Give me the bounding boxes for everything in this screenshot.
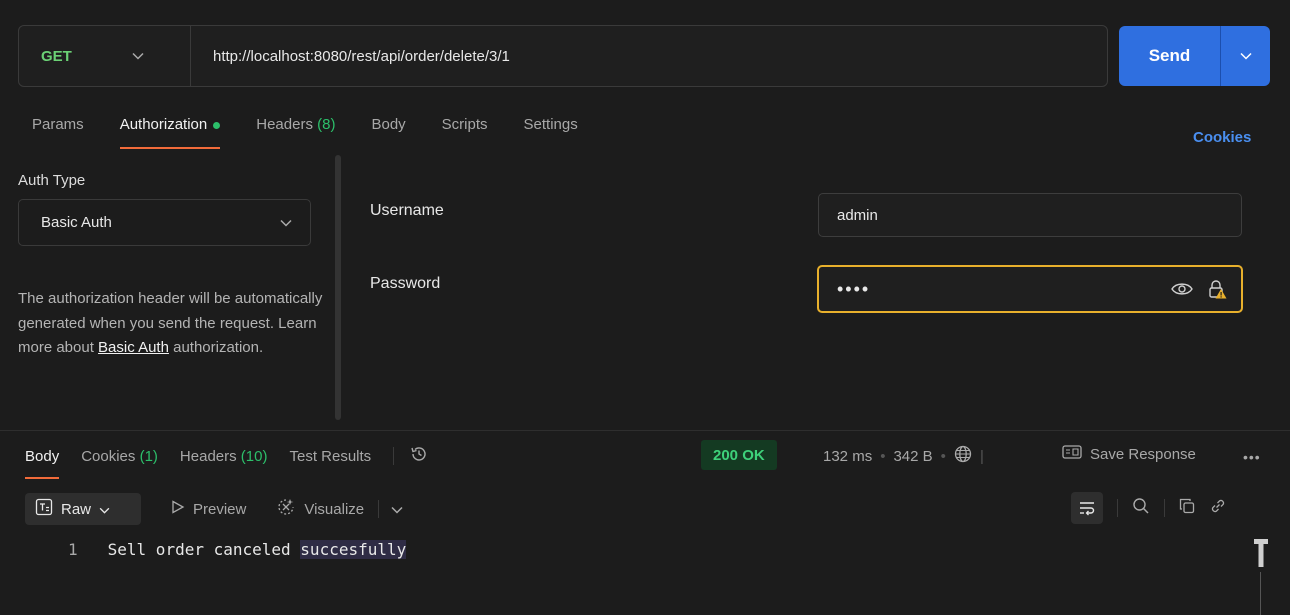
basic-auth-link[interactable]: Basic Auth (98, 339, 169, 356)
response-size[interactable]: 342 B (893, 448, 932, 465)
metric-separator: | (979, 447, 984, 465)
play-icon (171, 500, 185, 518)
auth-type-label: Auth Type (18, 172, 86, 189)
tab-body[interactable]: Body (371, 116, 405, 149)
cookies-count: (1) (139, 447, 158, 465)
tab-params[interactable]: Params (32, 116, 84, 149)
text-format-icon (35, 498, 53, 520)
chevron-down-icon (280, 214, 292, 231)
tab-separator (393, 447, 395, 465)
word-wrap-button[interactable] (1071, 492, 1103, 524)
send-options-button[interactable] (1220, 26, 1270, 86)
globe-icon[interactable] (954, 445, 972, 467)
send-label: Send (1148, 46, 1191, 65)
auth-type-select[interactable]: Basic Auth (18, 199, 311, 246)
response-tab-headers-label: Headers (179, 447, 237, 465)
tab-authorization-label: Authorization (119, 116, 208, 133)
password-label: Password (370, 275, 441, 292)
auth-desc-text-end: authorization. (168, 339, 264, 356)
visualize-icon (276, 497, 296, 521)
cookies-link[interactable]: Cookies (1193, 129, 1251, 146)
response-tab-test-results[interactable]: Test Results (289, 448, 371, 479)
copy-icon[interactable] (1179, 498, 1195, 519)
response-text-plain: Sell order canceled (107, 540, 301, 559)
chevron-down-icon (132, 49, 144, 63)
headers-count: (8) (317, 116, 336, 133)
auth-type-value: Basic Auth (41, 214, 112, 231)
response-tabs: Body Cookies (1) Headers (10) Test Resul… (25, 445, 428, 481)
chevron-down-icon[interactable] (391, 501, 403, 518)
raw-label: Raw (61, 500, 92, 518)
link-icon[interactable] (1209, 497, 1227, 520)
response-text-selection: succesfully (300, 540, 407, 559)
method-label: GET (41, 47, 72, 65)
url-input[interactable]: http://localhost:8080/rest/api/order/del… (191, 48, 510, 65)
line-number: 1 (68, 540, 78, 559)
response-time[interactable]: 132 ms (823, 448, 872, 465)
username-input[interactable]: admin (818, 193, 1242, 237)
raw-format-select[interactable]: Raw (25, 493, 141, 525)
response-divider (0, 430, 1290, 431)
toolbar-separator (1117, 499, 1118, 517)
eye-icon[interactable] (1171, 281, 1193, 301)
lock-warning-icon[interactable] (1207, 279, 1227, 303)
tab-headers-label: Headers (256, 116, 313, 133)
response-text: Sell order canceled succesfully (108, 540, 407, 559)
tab-headers[interactable]: Headers (8) (256, 116, 335, 149)
metric-separator: • (940, 447, 946, 465)
response-tab-cookies[interactable]: Cookies (1) (81, 448, 158, 479)
active-dot-icon (213, 121, 221, 129)
auth-description: The authorization header will be automat… (18, 287, 328, 361)
toolbar-separator (1164, 499, 1165, 517)
request-tabs: Params Authorization Headers (8) Body Sc… (32, 116, 614, 149)
status-badge[interactable]: 200 OK (701, 440, 777, 470)
panel-splitter[interactable] (335, 155, 341, 420)
editor-scrollbar[interactable] (1260, 572, 1261, 615)
password-input[interactable]: •••• (817, 265, 1243, 313)
response-tab-body[interactable]: Body (25, 448, 60, 479)
history-icon[interactable] (410, 445, 428, 467)
visualize-label: Visualize (304, 500, 365, 518)
response-body-line[interactable]: 1 Sell order canceled succesfully (68, 540, 407, 559)
chevron-down-icon (1239, 52, 1252, 60)
more-options-icon[interactable]: ••• (1243, 449, 1261, 465)
preview-label: Preview (193, 500, 247, 518)
send-button[interactable]: Send (1119, 26, 1270, 86)
username-label: Username (370, 202, 444, 219)
response-view-tools (1071, 492, 1227, 524)
save-response-label: Save Response (1090, 445, 1196, 463)
url-bar: GET http://localhost:8080/rest/api/order… (18, 25, 1108, 87)
tab-scripts[interactable]: Scripts (442, 116, 488, 149)
text-cursor-icon (1254, 539, 1268, 567)
save-response-icon (1062, 445, 1082, 463)
visualize-button[interactable]: Visualize (276, 497, 403, 521)
response-metrics: 132 ms • 342 B • | (823, 445, 984, 467)
tab-authorization[interactable]: Authorization (119, 116, 221, 149)
password-value: •••• (837, 278, 871, 299)
preview-button[interactable]: Preview (171, 500, 246, 518)
toolbar-separator (378, 500, 380, 518)
response-tab-headers[interactable]: Headers (10) (180, 448, 268, 479)
search-icon[interactable] (1132, 497, 1150, 520)
wrap-icon (1080, 502, 1095, 516)
save-response-button[interactable]: Save Response (1062, 445, 1196, 463)
chevron-down-icon (99, 501, 110, 518)
response-toolbar: Raw Preview Visualize (25, 493, 403, 525)
username-value: admin (837, 206, 878, 224)
password-actions (1171, 279, 1227, 303)
response-headers-count: (10) (240, 447, 268, 465)
metric-separator: • (880, 447, 886, 465)
method-select[interactable]: GET (19, 26, 191, 86)
tab-settings[interactable]: Settings (524, 116, 578, 149)
response-tab-cookies-label: Cookies (81, 447, 136, 465)
